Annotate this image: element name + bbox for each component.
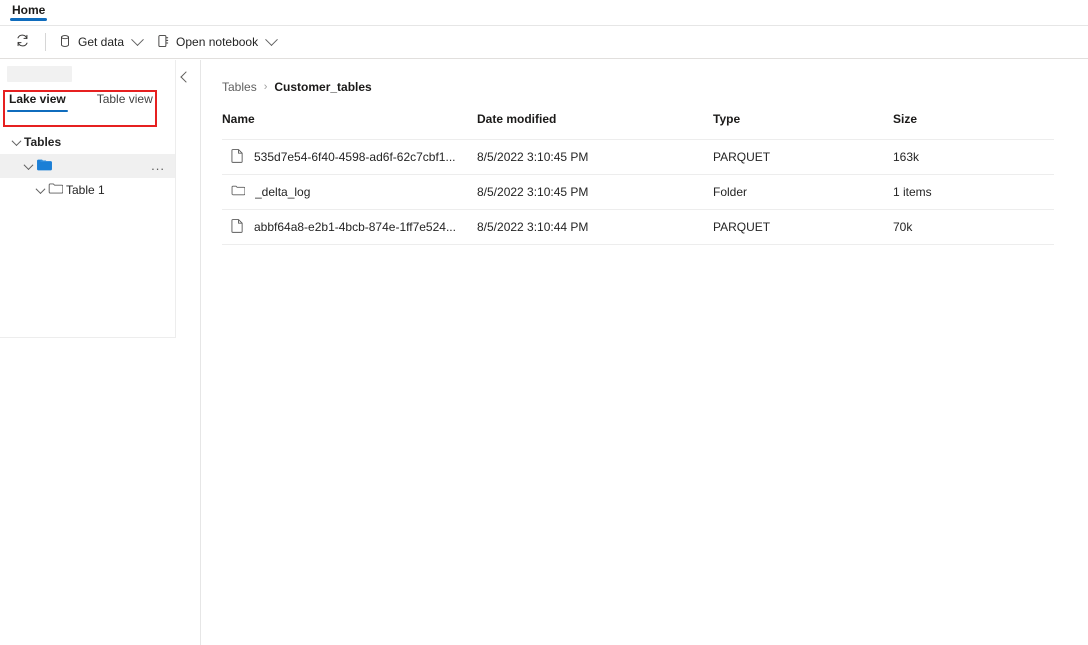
chevron-right-icon: ›	[264, 81, 268, 93]
notebook-icon	[156, 34, 170, 51]
explorer-tree: Tables ...	[0, 130, 175, 202]
breadcrumb: Tables › Customer_tables	[222, 78, 1088, 96]
tab-lake-view-label: Lake view	[9, 92, 66, 106]
cell-type: Folder	[713, 175, 893, 210]
folder-icon	[48, 182, 66, 198]
chevron-down-icon	[131, 33, 144, 46]
cell-date-modified: 8/5/2022 3:10:45 PM	[477, 175, 713, 210]
file-name: abbf64a8-e2b1-4bcb-874e-1ff7e524...	[254, 220, 456, 234]
cell-type: PARQUET	[713, 210, 893, 245]
table-row[interactable]: abbf64a8-e2b1-4bcb-874e-1ff7e524... 8/5/…	[222, 210, 1054, 245]
tab-active-indicator	[7, 110, 68, 113]
chevron-left-icon	[180, 71, 191, 82]
explorer-title-placeholder	[7, 66, 72, 82]
explorer-panel: Lake view Table view Tables	[0, 60, 176, 338]
database-icon	[58, 34, 72, 51]
chevron-down-icon[interactable]	[32, 187, 48, 194]
tab-table-view[interactable]: Table view	[95, 88, 155, 107]
open-notebook-button[interactable]: Open notebook	[149, 29, 283, 55]
file-icon	[231, 218, 244, 236]
explorer-view-tabs: Lake view Table view	[0, 88, 175, 118]
ribbon-tabstrip: Home	[0, 0, 1088, 26]
column-header-date-modified[interactable]: Date modified	[477, 112, 713, 140]
tree-item-customer-tables[interactable]: ...	[0, 154, 175, 178]
chevron-down-icon[interactable]	[20, 163, 36, 170]
explorer-header	[0, 60, 175, 88]
folder-icon	[231, 184, 245, 200]
cell-type: PARQUET	[713, 140, 893, 175]
file-name: 535d7e54-6f40-4598-ad6f-62c7cbf1...	[254, 150, 456, 164]
file-name: _delta_log	[255, 185, 310, 199]
more-options-icon[interactable]: ...	[151, 162, 165, 170]
command-bar-separator	[45, 33, 46, 51]
folder-icon	[36, 158, 54, 175]
ribbon-tab-home[interactable]: Home	[9, 0, 48, 18]
ribbon-tab-home-label: Home	[12, 3, 45, 17]
file-icon	[231, 148, 244, 166]
get-data-label: Get data	[78, 35, 124, 49]
breadcrumb-item-current: Customer_tables	[274, 80, 371, 94]
cell-size: 1 items	[893, 175, 1054, 210]
file-table: Name Date modified Type Size	[222, 112, 1054, 245]
command-bar: Get data Open notebook	[0, 26, 1088, 59]
open-notebook-label: Open notebook	[176, 35, 258, 49]
cell-date-modified: 8/5/2022 3:10:44 PM	[477, 210, 713, 245]
explorer-sidebar: Lake view Table view Tables	[0, 60, 201, 645]
tree-item-table-1[interactable]: Table 1	[0, 178, 175, 202]
tab-lake-view[interactable]: Lake view	[7, 88, 68, 107]
refresh-button[interactable]	[8, 29, 37, 55]
table-row[interactable]: 535d7e54-6f40-4598-ad6f-62c7cbf1... 8/5/…	[222, 140, 1054, 175]
cell-size: 70k	[893, 210, 1054, 245]
tree-item-table-1-label: Table 1	[66, 183, 105, 197]
tab-table-view-label: Table view	[97, 92, 153, 106]
tree-item-tables[interactable]: Tables	[0, 130, 175, 154]
cell-name: _delta_log	[222, 175, 477, 210]
workspace: Lake view Table view Tables	[0, 60, 1088, 645]
cell-date-modified: 8/5/2022 3:10:45 PM	[477, 140, 713, 175]
column-header-size[interactable]: Size	[893, 112, 1054, 140]
file-browser: Tables › Customer_tables Name Date modif…	[201, 60, 1088, 645]
column-header-type[interactable]: Type	[713, 112, 893, 140]
breadcrumb-item-tables[interactable]: Tables	[222, 80, 257, 94]
refresh-icon	[15, 33, 30, 51]
cell-name: 535d7e54-6f40-4598-ad6f-62c7cbf1...	[222, 140, 477, 175]
column-header-name[interactable]: Name	[222, 112, 477, 140]
chevron-down-icon	[265, 33, 278, 46]
tree-item-tables-label: Tables	[24, 135, 61, 149]
collapse-panel-button[interactable]	[179, 70, 193, 84]
cell-name: abbf64a8-e2b1-4bcb-874e-1ff7e524...	[222, 210, 477, 245]
cell-size: 163k	[893, 140, 1054, 175]
table-row[interactable]: _delta_log 8/5/2022 3:10:45 PM Folder 1 …	[222, 175, 1054, 210]
chevron-down-icon[interactable]	[8, 139, 24, 146]
ribbon-tab-active-indicator	[10, 18, 47, 21]
get-data-button[interactable]: Get data	[51, 29, 149, 55]
table-header-row: Name Date modified Type Size	[222, 112, 1054, 140]
